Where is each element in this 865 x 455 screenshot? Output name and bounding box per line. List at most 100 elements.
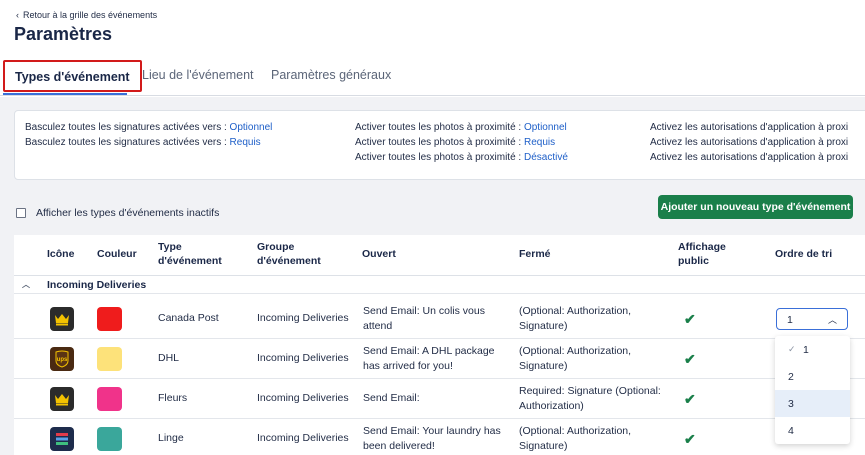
checkmark-icon: ✔ — [684, 391, 696, 407]
cell-line: Signature) — [519, 360, 568, 372]
cell-line: Send Email: A DHL package — [363, 344, 495, 357]
checkmark-icon: ✔ — [684, 351, 696, 367]
sort-option-1[interactable]: ✓ 1 — [775, 336, 850, 363]
closed-cell: (Optional: Authorization, Signature) — [519, 299, 631, 339]
tab-event-types[interactable]: Types d'événement — [3, 60, 142, 92]
table-row[interactable]: Linge Incoming Deliveries Send Email: Yo… — [14, 419, 865, 455]
sort-option-3[interactable]: 3 — [775, 390, 850, 417]
event-group-cell: Incoming Deliveries — [257, 392, 349, 405]
event-types-table: Icône Couleur Type d'événement Groupe d'… — [14, 235, 865, 455]
sort-order-select[interactable]: 1 ︿ — [776, 308, 848, 330]
show-inactive-label: Afficher les types d'événements inactifs — [36, 207, 220, 219]
column-header-closed: Fermé — [519, 248, 551, 261]
svg-text:ups: ups — [57, 357, 68, 363]
bulk-settings-panel: Basculez toutes les signatures activées … — [14, 110, 865, 180]
photo-required-link[interactable]: Requis — [524, 137, 555, 148]
signature-required-link[interactable]: Requis — [230, 137, 261, 148]
event-group-cell: Incoming Deliveries — [257, 352, 349, 365]
app-permission-setting: Activez les autorisations d'application … — [650, 137, 849, 148]
crown-icon — [50, 307, 74, 331]
event-group-cell: Incoming Deliveries — [257, 432, 349, 445]
header-line: d'événement — [257, 255, 321, 267]
open-cell: Send Email: — [363, 392, 420, 405]
event-type-cell: Fleurs — [158, 392, 188, 405]
column-header-sort: Ordre de tri — [775, 248, 833, 261]
header-line: Affichage — [678, 241, 726, 254]
header-line: public — [678, 255, 709, 267]
header-line: d'événement — [158, 255, 222, 267]
column-header-type: Type d'événement — [158, 235, 222, 275]
open-cell: Send Email: A DHL package has arrived fo… — [363, 339, 495, 379]
cell-line: Signature) — [519, 320, 568, 332]
app-permission-setting: Activez les autorisations d'application … — [650, 122, 849, 133]
checkmark-icon: ✔ — [684, 311, 696, 327]
setting-text: Activer toutes les photos à proximité : — [355, 152, 522, 163]
sort-option-4[interactable]: 4 — [775, 417, 850, 444]
option-label: 1 — [803, 344, 809, 356]
chevron-up-icon[interactable]: ︿ — [22, 279, 30, 290]
column-header-icon: Icône — [47, 248, 75, 261]
setting-text: Basculez toutes les signatures activées … — [25, 122, 227, 133]
cell-line: Authorization) — [519, 400, 584, 412]
event-group-cell: Incoming Deliveries — [257, 312, 349, 325]
tab-bar: Types d'événement Lieu de l'événement Pa… — [0, 60, 865, 96]
back-link-label: Retour à la grille des événements — [23, 10, 158, 20]
open-cell: Send Email: Un colis vous attend — [363, 299, 485, 339]
column-header-public: Affichage public — [678, 235, 726, 275]
cell-line: Send Email: Your laundry has — [363, 424, 501, 437]
cell-line: (Optional: Authorization, — [519, 304, 632, 317]
tab-general-settings[interactable]: Paramètres généraux — [271, 60, 391, 92]
photo-disabled-link[interactable]: Désactivé — [524, 152, 568, 163]
app-permission-setting: Activez les autorisations d'application … — [650, 152, 849, 163]
closed-cell: Required: Signature (Optional: Authoriza… — [519, 379, 661, 419]
checkmark-icon: ✔ — [684, 431, 696, 447]
table-row[interactable]: Fleurs Incoming Deliveries Send Email: R… — [14, 379, 865, 419]
signature-optional-link[interactable]: Optionnel — [230, 122, 273, 133]
cell-line: attend — [363, 320, 393, 332]
open-cell: Send Email: Your laundry has been delive… — [363, 419, 501, 455]
photo-setting-required: Activer toutes les photos à proximité : … — [355, 137, 555, 148]
header-line: Type — [158, 241, 182, 254]
ups-icon: ups — [50, 347, 74, 371]
tab-event-location[interactable]: Lieu de l'événement — [142, 60, 254, 92]
photo-setting-disabled: Activer toutes les photos à proximité : … — [355, 152, 568, 163]
active-tab-indicator — [3, 93, 127, 95]
option-label: 4 — [788, 425, 794, 437]
page-title: Paramètres — [14, 24, 113, 44]
setting-text: Activer toutes les photos à proximité : — [355, 137, 522, 148]
group-label: Incoming Deliveries — [47, 278, 147, 291]
table-row[interactable]: ups DHL Incoming Deliveries Send Email: … — [14, 339, 865, 379]
setting-text: Basculez toutes les signatures activées … — [25, 137, 227, 148]
show-inactive-checkbox[interactable] — [16, 208, 26, 218]
setting-text: Activer toutes les photos à proximité : — [355, 122, 522, 133]
color-swatch — [97, 347, 122, 371]
sort-option-2[interactable]: 2 — [775, 363, 850, 390]
add-event-type-button[interactable]: Ajouter un nouveau type d'événement — [658, 195, 853, 219]
event-type-cell: DHL — [158, 352, 180, 365]
cell-line: (Optional: Authorization, — [519, 424, 632, 437]
event-type-cell: Canada Post — [158, 312, 219, 325]
cell-line: Signature) — [519, 440, 568, 452]
table-row[interactable]: Canada Post Incoming Deliveries Send Ema… — [14, 299, 865, 339]
check-icon: ✓ — [788, 344, 796, 354]
back-link[interactable]: ‹ Retour à la grille des événements — [16, 10, 157, 20]
signature-setting-optional: Basculez toutes les signatures activées … — [25, 122, 272, 133]
closed-cell: (Optional: Authorization, Signature) — [519, 419, 631, 455]
sort-order-dropdown: ✓ 1 2 3 4 — [775, 336, 850, 444]
chevron-left-icon: ‹ — [16, 10, 19, 20]
show-inactive-filter: Afficher les types d'événements inactifs — [16, 207, 219, 219]
header-line: Groupe — [257, 241, 295, 254]
sort-order-value: 1 — [787, 314, 793, 326]
color-swatch — [97, 387, 122, 411]
chevron-up-icon: ︿ — [827, 315, 837, 325]
crown-icon — [50, 387, 74, 411]
photo-setting-optional: Activer toutes les photos à proximité : … — [355, 122, 567, 133]
photo-optional-link[interactable]: Optionnel — [524, 122, 567, 133]
column-header-color: Couleur — [97, 248, 137, 261]
cell-line: Send Email: Un colis vous — [363, 304, 485, 317]
color-swatch — [97, 427, 122, 451]
column-header-open: Ouvert — [362, 248, 396, 261]
option-label: 3 — [788, 398, 794, 410]
color-swatch — [97, 307, 122, 331]
cell-line: Required: Signature (Optional: — [519, 384, 661, 397]
